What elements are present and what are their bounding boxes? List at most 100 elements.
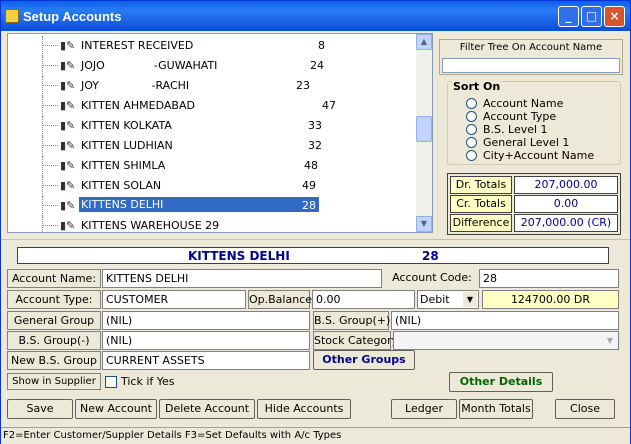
scroll-thumb[interactable] bbox=[416, 116, 432, 142]
tree-row[interactable]: ▮✎ KITTEN AHMEDABAD 47 bbox=[8, 96, 418, 116]
tree-line bbox=[42, 176, 43, 196]
tree-line bbox=[42, 36, 43, 56]
header-account-name: KITTENS DELHI bbox=[188, 249, 290, 263]
general-group-label: General Group bbox=[7, 311, 101, 330]
tree-row[interactable]: ▮✎ KITTENS DELHI 28 bbox=[8, 196, 418, 216]
debit-credit-select[interactable]: Debit ▼ bbox=[417, 290, 479, 309]
op-balance-label: Op.Balance: bbox=[248, 290, 316, 309]
bs-group-plus-field[interactable]: (NIL) bbox=[391, 311, 619, 330]
account-type-field[interactable]: CUSTOMER bbox=[102, 290, 246, 309]
tree-row[interactable]: ▮✎ KITTEN SOLAN 49 bbox=[8, 176, 418, 196]
ledger-icon: ▮✎ bbox=[60, 99, 76, 112]
tree-row[interactable]: ▮✎ KITTEN KOLKATA 33 bbox=[8, 116, 418, 136]
other-groups-button[interactable]: Other Groups bbox=[313, 350, 415, 370]
difference-label: Difference bbox=[450, 214, 512, 232]
maximize-icon[interactable]: □ bbox=[581, 6, 602, 27]
tree-scrollbar[interactable]: ▲ ▼ bbox=[416, 34, 432, 232]
tree-line bbox=[42, 45, 58, 46]
tree-row[interactable]: ▮✎ KITTEN SHIMLA 48 bbox=[8, 156, 418, 176]
title-bar[interactable]: Setup Accounts _ □ × bbox=[1, 1, 630, 31]
other-details-button[interactable]: Other Details bbox=[449, 372, 553, 392]
tree-line bbox=[42, 85, 58, 86]
tree-line bbox=[42, 116, 43, 136]
bs-group-minus-field[interactable]: (NIL) bbox=[102, 331, 310, 350]
account-type-label: Account Type: bbox=[7, 290, 101, 309]
tree-line bbox=[42, 156, 43, 176]
ledger-icon: ▮✎ bbox=[60, 59, 76, 72]
tree-row[interactable]: ▮✎ JOY -RACHI 23 bbox=[8, 76, 418, 96]
tree-row-name: KITTENS WAREHOUSE 29 bbox=[81, 219, 220, 232]
ledger-icon: ▮✎ bbox=[60, 39, 76, 52]
minimize-icon[interactable]: _ bbox=[558, 6, 579, 27]
stock-category-select[interactable]: ▼ bbox=[393, 331, 619, 350]
save-button[interactable]: Save bbox=[7, 399, 73, 419]
tree-line bbox=[42, 185, 58, 186]
ledger-icon: ▮✎ bbox=[60, 119, 76, 132]
radio-icon[interactable] bbox=[466, 137, 477, 148]
dr-totals-value: 207,000.00 bbox=[514, 176, 618, 194]
radio-icon[interactable] bbox=[466, 111, 477, 122]
tree-row-name: KITTEN AHMEDABAD bbox=[81, 99, 195, 112]
radio-icon[interactable] bbox=[466, 98, 477, 109]
tree-row-name: INTEREST RECEIVED bbox=[81, 39, 194, 52]
bs-group-plus-label: B.S. Group(+) bbox=[313, 311, 390, 330]
tree-row-name: KITTEN LUDHIAN bbox=[81, 139, 173, 152]
radio-icon[interactable] bbox=[466, 150, 477, 161]
show-in-supplier-checkbox[interactable] bbox=[105, 376, 117, 388]
tree-row-name: KITTENS DELHI bbox=[79, 197, 319, 212]
chevron-down-icon[interactable]: ▼ bbox=[463, 292, 477, 307]
tree-row-name: KITTEN SHIMLA bbox=[81, 159, 166, 172]
new-bs-group-field[interactable]: CURRENT ASSETS bbox=[102, 351, 310, 370]
status-bar: F2=Enter Customer/Suppler Details F3=Set… bbox=[1, 427, 630, 444]
tree-line bbox=[42, 205, 58, 206]
account-name-field[interactable]: KITTENS DELHI bbox=[102, 269, 382, 288]
tree-row-code: 47 bbox=[322, 99, 336, 112]
general-group-field[interactable]: (NIL) bbox=[102, 311, 310, 330]
tick-if-yes-label: Tick if Yes bbox=[121, 375, 175, 388]
ledger-icon: ▮✎ bbox=[60, 179, 76, 192]
ledger-icon: ▮✎ bbox=[60, 219, 76, 232]
account-name-label: Account Name: bbox=[7, 269, 101, 288]
stock-category-label: Stock Category bbox=[313, 331, 398, 350]
selected-account-header: KITTENS DELHI 28 bbox=[17, 247, 609, 264]
scroll-up-icon[interactable]: ▲ bbox=[416, 34, 432, 50]
tree-line bbox=[42, 125, 58, 126]
tree-row[interactable]: ▮✎ JOJO -GUWAHATI 24 bbox=[8, 56, 418, 76]
tree-row-code: 8 bbox=[318, 39, 325, 52]
scroll-down-icon[interactable]: ▼ bbox=[416, 216, 432, 232]
filter-label: Filter Tree On Account Name bbox=[459, 42, 603, 53]
tree-row-name: KITTEN KOLKATA bbox=[81, 119, 172, 132]
close-icon[interactable]: × bbox=[604, 6, 625, 27]
tree-row-name: JOY -RACHI bbox=[81, 79, 190, 92]
tree-line bbox=[42, 105, 58, 106]
tree-row-code: 24 bbox=[310, 59, 324, 72]
ledger-button[interactable]: Ledger bbox=[391, 399, 457, 419]
account-tree[interactable]: ▲ ▼ ▮✎ INTEREST RECEIVED 8 ▮✎ JOJO -GUWAHATI… bbox=[7, 33, 433, 233]
radio-icon[interactable] bbox=[466, 124, 477, 135]
divider bbox=[1, 239, 630, 240]
chevron-down-icon[interactable]: ▼ bbox=[603, 333, 617, 348]
cr-totals-value: 0.00 bbox=[514, 195, 618, 213]
delete-account-button[interactable]: Delete Account bbox=[159, 399, 255, 419]
header-account-code: 28 bbox=[422, 249, 439, 263]
hide-accounts-button[interactable]: Hide Accounts bbox=[257, 399, 351, 419]
tree-line bbox=[42, 225, 58, 226]
tree-row[interactable]: ▮✎ KITTENS WAREHOUSE 29 bbox=[8, 216, 418, 232]
cr-totals-label: Cr. Totals bbox=[450, 195, 512, 213]
tree-row-code: 49 bbox=[302, 179, 316, 192]
tree-row-name: KITTEN SOLAN bbox=[81, 179, 162, 192]
filter-input[interactable] bbox=[442, 58, 620, 73]
close-button[interactable]: Close bbox=[555, 399, 615, 419]
new-account-button[interactable]: New Account bbox=[75, 399, 157, 419]
op-balance-field[interactable]: 0.00 bbox=[312, 290, 415, 309]
tree-line bbox=[42, 136, 43, 156]
tree-row-code: 23 bbox=[296, 79, 310, 92]
ledger-icon: ▮✎ bbox=[60, 79, 76, 92]
show-in-supplier-label: Show in Supplier bbox=[7, 373, 101, 390]
account-code-field[interactable]: 28 bbox=[479, 269, 619, 288]
tree-row[interactable]: ▮✎ INTEREST RECEIVED 8 bbox=[8, 36, 418, 56]
filter-box: Filter Tree On Account Name bbox=[439, 39, 623, 75]
month-totals-button[interactable]: Month Totals bbox=[459, 399, 533, 419]
tree-line bbox=[42, 65, 58, 66]
tree-row[interactable]: ▮✎ KITTEN LUDHIAN 32 bbox=[8, 136, 418, 156]
